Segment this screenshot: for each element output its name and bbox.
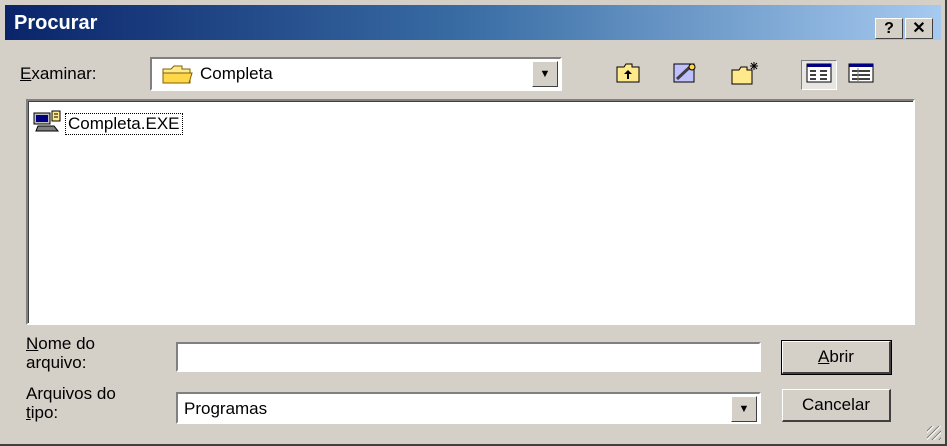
folder-icon xyxy=(162,65,194,90)
desktop-icon xyxy=(671,61,699,90)
up-one-level-button[interactable] xyxy=(610,60,646,90)
file-type-dropdown-button[interactable]: ▼ xyxy=(731,396,757,422)
new-folder-button[interactable] xyxy=(727,60,763,90)
look-in-dropdown-button[interactable]: ▼ xyxy=(532,61,558,87)
help-button[interactable]: ? xyxy=(875,18,903,39)
new-folder-icon xyxy=(730,60,760,91)
list-view-button[interactable] xyxy=(801,60,837,90)
list-item[interactable]: Completa.EXE xyxy=(32,109,183,138)
look-in-label: Examinar: xyxy=(20,64,97,83)
file-type-combo[interactable]: Programas ▼ xyxy=(176,392,761,424)
up-one-level-icon xyxy=(615,62,641,89)
file-type-label: Arquivos do tipo: xyxy=(26,384,116,422)
list-view-icon xyxy=(806,63,832,88)
open-button[interactable]: Abrir xyxy=(781,340,892,375)
file-type-value: Programas xyxy=(184,399,268,418)
file-list[interactable]: Completa.EXE xyxy=(26,99,915,325)
executable-icon xyxy=(32,109,62,138)
file-name: Completa.EXE xyxy=(65,112,183,135)
resize-grip[interactable] xyxy=(927,426,941,440)
details-view-button[interactable] xyxy=(843,60,879,90)
title-bar[interactable]: Procurar ? ✕ xyxy=(5,5,941,40)
cancel-button[interactable]: Cancelar xyxy=(782,389,891,422)
file-name-label: Nome do arquivo: xyxy=(26,334,95,372)
close-button[interactable]: ✕ xyxy=(905,18,933,39)
details-view-icon xyxy=(848,63,874,88)
window-title: Procurar xyxy=(14,12,98,34)
look-in-value: Completa xyxy=(200,64,273,83)
desktop-button[interactable] xyxy=(667,60,703,90)
open-dialog: Procurar ? ✕ Examinar: Completa ▼ Comple… xyxy=(0,0,947,446)
file-name-input[interactable] xyxy=(176,342,761,372)
look-in-combo[interactable]: Completa ▼ xyxy=(150,57,562,91)
